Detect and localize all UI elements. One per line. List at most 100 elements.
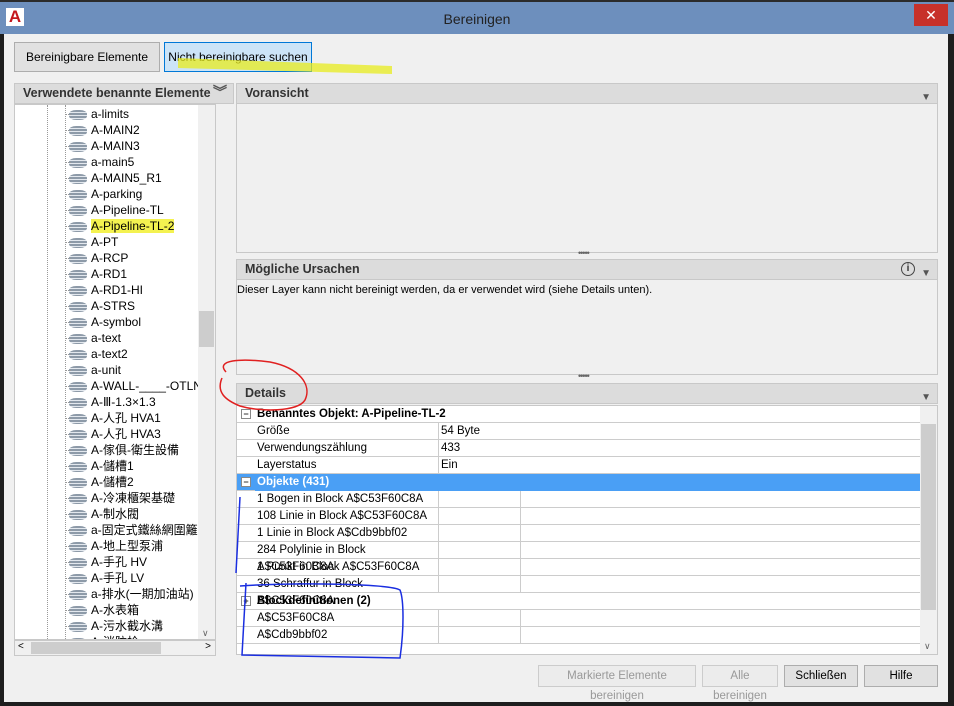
splitter-handle[interactable]: ••••• [578,371,590,381]
tree-item[interactable]: A-symbol [65,314,141,330]
expand-icon[interactable]: + [241,596,251,606]
help-button[interactable]: Hilfe [864,665,938,687]
details-grid[interactable]: − Benanntes Objekt: A-Pipeline-TL-2 Größe 5… [236,405,938,655]
tree-item[interactable]: A-MAIN5_R1 [65,170,162,186]
category-label: Blockdefinitionen (2) [257,595,371,607]
tree-item-label: A-Ⅲ-1.3×1.3 [91,395,156,409]
layer-icon [69,125,87,136]
details-header[interactable]: Details ▼ [236,383,938,404]
category-row[interactable]: + Blockdefinitionen (2) [237,593,921,610]
splitter-handle[interactable]: ••••• [578,248,590,258]
layer-icon [69,157,87,168]
tree-item[interactable]: a-limits [65,106,129,122]
collapse-icon[interactable]: − [241,409,251,419]
tree-item-label: A-手孔 LV [91,571,145,585]
tree-item[interactable]: A-Ⅲ-1.3×1.3 [65,394,156,410]
causes-header[interactable]: Mögliche Ursachen i ▼ [236,259,938,280]
layer-icon [69,189,87,200]
tree-item[interactable]: A-人孔 HVA3 [65,426,161,442]
tree-vertical-scrollbar[interactable]: ∨ [198,105,215,639]
tree-item[interactable]: A-人孔 HVA1 [65,410,161,426]
purge-all-button[interactable]: Alle bereinigen [702,665,778,702]
table-row[interactable]: Layerstatus Ein [237,457,921,474]
tree-item[interactable]: A-污水截水溝 [65,618,164,634]
scroll-thumb[interactable] [921,424,936,610]
purge-selected-button[interactable]: Markierte Elemente bereinigen [538,665,696,702]
tree-item[interactable]: A-PT [65,234,118,250]
layer-icon [69,365,87,376]
tree-item-label: A-污水截水溝 [91,619,164,633]
table-row[interactable]: 36 Schraffur in Block A$C53F60C8A [237,576,921,607]
tree-item[interactable]: a-main5 [65,154,134,170]
close-window-button[interactable]: ✕ [914,4,948,26]
tree-item-label: A-儲槽1 [91,459,134,473]
tree-item[interactable]: A-parking [65,186,142,202]
tree-item[interactable]: A-RD1-HI [65,282,143,298]
used-items-header[interactable]: Verwendete benannte Elemente ︾ [14,83,234,104]
tree-item[interactable]: A-制水閥 [65,506,139,522]
object-name: 1 Bogen in Block A$C53F60C8A [257,491,439,508]
layer-icon [69,621,87,632]
tree-item[interactable]: A-WALL-____-OTLN [65,378,202,394]
tree-item-label: A-水表箱 [91,603,140,617]
scroll-thumb[interactable] [199,311,214,347]
details-vertical-scrollbar[interactable]: ∨ [920,406,937,654]
preview-header[interactable]: Voransicht ▼ [236,83,938,104]
info-icon[interactable]: i [901,262,915,276]
tree-item[interactable]: A-地上型泵浦 [65,538,163,554]
tree-item[interactable]: A-儲槽1 [65,458,134,474]
tree-item[interactable]: A-STRS [65,298,135,314]
details-title: Details [245,386,286,400]
table-row[interactable]: A$Cdb9bbf02 [237,627,921,644]
layer-icon [69,589,87,600]
tree-item[interactable]: A-MAIN3 [65,138,140,154]
tree-item[interactable]: a-固定式鐵絲網圍籬 [65,522,198,538]
find-nonpurgeable-button[interactable]: Nicht bereinigbare suchen [164,42,312,72]
tree-item[interactable]: a-text2 [65,346,128,362]
table-row[interactable]: 1 Punkt in Block A$C53F60C8A [237,559,921,576]
layer-icon [69,349,87,360]
collapse-icon[interactable]: − [241,477,251,487]
tree-item-label: A-MAIN5_R1 [91,171,162,185]
layer-icon [69,477,87,488]
category-row[interactable]: − Benanntes Objekt: A-Pipeline-TL-2 [237,406,921,423]
close-button[interactable]: Schließen [784,665,858,687]
table-row[interactable]: A$C53F60C8A [237,610,921,627]
tree-item[interactable]: A-冷凍櫃架基礎 [65,490,175,506]
tree-horizontal-scrollbar[interactable]: < > [14,640,216,656]
table-row[interactable]: 1 Linie in Block A$Cdb9bbf02 [237,525,921,542]
tree-item[interactable]: A-RCP [65,250,129,266]
layer-icon [69,109,87,120]
causes-title: Mögliche Ursachen [245,262,360,276]
table-row[interactable]: 108 Linie in Block A$C53F60C8A [237,508,921,525]
table-row[interactable]: 284 Polylinie in Block A$C53F60C8A [237,542,921,573]
empty-cell [441,559,521,576]
scroll-thumb[interactable] [31,642,161,654]
tree-item-label: A-RCP [91,251,129,265]
table-row[interactable]: 1 Bogen in Block A$C53F60C8A [237,491,921,508]
tree-item[interactable]: A-水表箱 [65,602,140,618]
tree-item[interactable]: A-Pipeline-TL [65,202,164,218]
empty-cell [441,525,521,542]
tree-item[interactable]: A-傢俱-衛生設備 [65,442,179,458]
layer-icon [69,397,87,408]
table-row[interactable]: Verwendungszählung 433 [237,440,921,457]
tree-item-label: A-RD1 [91,267,128,281]
collapse-icon[interactable]: ︾ [213,83,227,102]
tree-item[interactable]: A-RD1 [65,266,128,282]
tree-item[interactable]: A-手孔 LV [65,570,145,586]
tree-item[interactable]: a-text [65,330,121,346]
tree-item[interactable]: a-排水(一期加油站) [65,586,194,602]
tree-item[interactable]: A-手孔 HV [65,554,147,570]
layer-icon [69,493,87,504]
tree-item[interactable]: A-Pipeline-TL-2 [65,218,175,234]
object-name: 1 Linie in Block A$Cdb9bbf02 [257,525,439,542]
tree-item[interactable]: A-MAIN2 [65,122,140,138]
category-row[interactable]: − Objekte (431) [237,474,921,491]
table-row[interactable]: Größe 54 Byte [237,423,921,440]
preview-title: Voransicht [245,86,309,100]
purgeable-items-button[interactable]: Bereinigbare Elemente [14,42,160,72]
tree-item[interactable]: a-unit [65,362,121,378]
items-tree[interactable]: a-limits A-MAIN2 A-MAIN3 a-main5 A-MAIN5_R1 A… [14,104,216,640]
tree-item[interactable]: A-儲槽2 [65,474,134,490]
